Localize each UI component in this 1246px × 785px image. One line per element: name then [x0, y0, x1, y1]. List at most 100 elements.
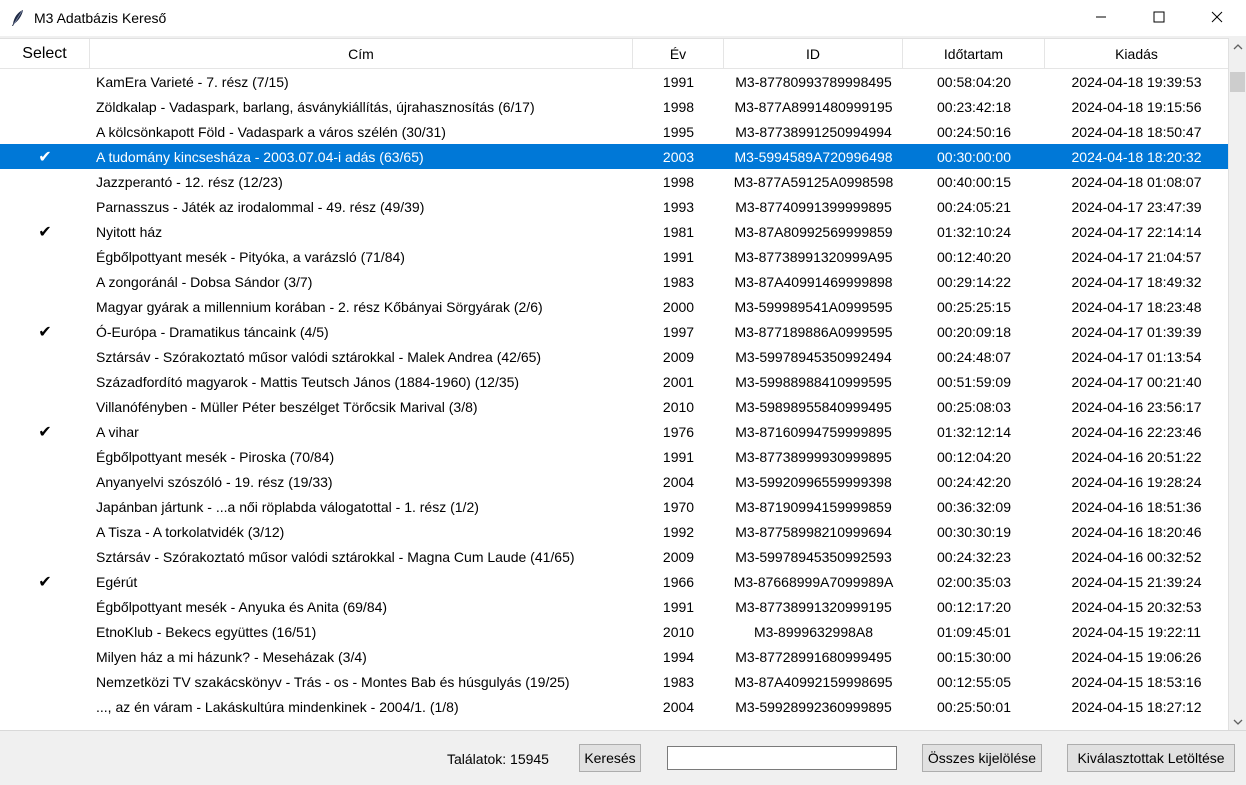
row-title: ..., az én váram - Lakáskultúra mindenki… [96, 698, 459, 715]
row-id: M3-87780993789998495 [735, 73, 892, 90]
search-input[interactable] [667, 746, 897, 770]
table-row[interactable]: Égbőlpottyant mesék - Pityóka, a varázsl… [0, 244, 1228, 269]
search-button[interactable]: Keresés [579, 744, 641, 772]
row-published: 2024-04-15 21:39:24 [1071, 573, 1202, 590]
table-row[interactable]: Nemzetközi TV szakácskönyv - Trás - os -… [0, 669, 1228, 694]
row-select-cell[interactable] [0, 369, 90, 394]
column-header-published[interactable]: Kiadás [1045, 39, 1228, 69]
row-select-cell[interactable] [0, 494, 90, 519]
table-row[interactable]: ✔ Nyitott ház 1981 M3-87A80992569999859 01:3… [0, 219, 1228, 244]
table-row[interactable]: EtnoKlub - Bekecs együttes (16/51) 2010 M3… [0, 619, 1228, 644]
table-row[interactable]: Parnasszus - Játék az irodalommal - 49. … [0, 194, 1228, 219]
row-duration: 00:24:42:20 [937, 473, 1011, 490]
row-select-cell[interactable] [0, 669, 90, 694]
table-row[interactable]: ✔ A tudomány kincsesháza - 2003.07.04-i a… [0, 144, 1228, 169]
table-row[interactable]: Égbőlpottyant mesék - Piroska (70/84) 199… [0, 444, 1228, 469]
row-year: 1997 [662, 323, 695, 340]
table-row[interactable]: A Tisza - A torkolatvidék (3/12) 1992 M3-8… [0, 519, 1228, 544]
table-row[interactable]: KamEra Varieté - 7. rész (7/15) 1991 M3-87… [0, 69, 1228, 94]
vertical-scrollbar[interactable] [1228, 38, 1246, 730]
row-select-cell[interactable] [0, 544, 90, 569]
row-id: M3-87160994759999895 [735, 423, 892, 440]
row-select-cell[interactable] [0, 594, 90, 619]
scroll-up-arrow-icon[interactable] [1229, 38, 1246, 55]
row-title: Sztársáv - Szórakoztató műsor valódi szt… [96, 548, 575, 565]
row-id: M3-87728991680999495 [735, 648, 892, 665]
row-year: 1991 [662, 448, 695, 465]
table-row[interactable]: Sztársáv - Szórakoztató műsor valódi szt… [0, 544, 1228, 569]
row-select-cell[interactable]: ✔ [0, 569, 90, 594]
column-header-year[interactable]: Év [633, 39, 724, 69]
row-id: M3-877A8991480999195 [734, 98, 893, 115]
row-year: 1983 [662, 273, 695, 290]
row-select-cell[interactable] [0, 394, 90, 419]
table-row[interactable]: Jazzperantó - 12. rész (12/23) 1998 M3-877… [0, 169, 1228, 194]
row-year: 1998 [662, 173, 695, 190]
row-select-cell[interactable] [0, 269, 90, 294]
row-select-cell[interactable] [0, 619, 90, 644]
row-select-cell[interactable]: ✔ [0, 419, 90, 444]
table-row[interactable]: ..., az én váram - Lakáskultúra mindenki… [0, 694, 1228, 719]
row-year: 1966 [662, 573, 695, 590]
row-select-cell[interactable] [0, 519, 90, 544]
row-id: M3-87A40992159998695 [734, 673, 893, 690]
scroll-down-arrow-icon[interactable] [1229, 713, 1246, 730]
row-select-cell[interactable] [0, 119, 90, 144]
row-published: 2024-04-18 19:39:53 [1071, 73, 1202, 90]
row-id: M3-87740991399999895 [735, 198, 892, 215]
row-select-cell[interactable] [0, 94, 90, 119]
table-row[interactable]: A kölcsönkapott Föld - Vadaspark a város… [0, 119, 1228, 144]
close-button[interactable] [1188, 0, 1246, 36]
row-year: 1992 [662, 523, 695, 540]
table-row[interactable]: Anyanyelvi szószóló - 19. rész (19/33) 20… [0, 469, 1228, 494]
scrollbar-thumb[interactable] [1230, 72, 1245, 92]
row-select-cell[interactable] [0, 244, 90, 269]
download-selected-button[interactable]: Kiválasztottak Letöltése [1067, 744, 1235, 772]
row-id: M3-87A80992569999859 [734, 223, 893, 240]
row-select-cell[interactable] [0, 294, 90, 319]
row-title: KamEra Varieté - 7. rész (7/15) [96, 73, 289, 90]
column-header-title[interactable]: Cím [90, 39, 633, 69]
row-select-cell[interactable] [0, 469, 90, 494]
table-body: KamEra Varieté - 7. rész (7/15) 1991 M3-87… [0, 69, 1228, 719]
row-select-cell[interactable] [0, 69, 90, 94]
table-row[interactable]: Századfordító magyarok - Mattis Teutsch … [0, 369, 1228, 394]
table-row[interactable]: Japánban jártunk - ...a női röplabda vál… [0, 494, 1228, 519]
row-published: 2024-04-18 19:15:56 [1071, 98, 1202, 115]
row-select-cell[interactable] [0, 444, 90, 469]
row-select-cell[interactable]: ✔ [0, 219, 90, 244]
column-header-duration[interactable]: Időtartam [903, 39, 1045, 69]
table-row[interactable]: Magyar gyárak a millennium korában - 2. … [0, 294, 1228, 319]
row-select-cell[interactable]: ✔ [0, 319, 90, 344]
row-year: 2010 [662, 623, 695, 640]
row-select-cell[interactable]: ✔ [0, 144, 90, 169]
row-title: Jazzperantó - 12. rész (12/23) [96, 173, 283, 190]
row-select-cell[interactable] [0, 644, 90, 669]
minimize-button[interactable] [1072, 0, 1130, 36]
row-published: 2024-04-15 18:27:12 [1071, 698, 1202, 715]
row-select-cell[interactable] [0, 344, 90, 369]
column-header-id[interactable]: ID [724, 39, 903, 69]
maximize-button[interactable] [1130, 0, 1188, 36]
table-row[interactable]: Sztársáv - Szórakoztató műsor valódi szt… [0, 344, 1228, 369]
table-row[interactable]: ✔ Egérút 1966 M3-87668999A7099989A 02:00:35:… [0, 569, 1228, 594]
table-row[interactable]: ✔ Ó-Európa - Dramatikus táncaink (4/5) 199… [0, 319, 1228, 344]
column-header-select[interactable]: Select [0, 39, 90, 69]
row-duration: 00:15:30:00 [937, 648, 1011, 665]
table-row[interactable]: Milyen ház a mi házunk? - Meseházak (3/4… [0, 644, 1228, 669]
table-row[interactable]: A zongoránál - Dobsa Sándor (3/7) 1983 M3-… [0, 269, 1228, 294]
row-select-cell[interactable] [0, 169, 90, 194]
results-count: Találatok: 15945 [447, 751, 549, 767]
checkmark-icon: ✔ [38, 323, 52, 341]
row-id: M3-87738991250994994 [735, 123, 892, 140]
row-select-cell[interactable] [0, 694, 90, 719]
select-all-button[interactable]: Összes kijelölése [922, 744, 1042, 772]
row-duration: 00:30:30:19 [937, 523, 1011, 540]
row-year: 1995 [662, 123, 695, 140]
table-row[interactable]: Égbőlpottyant mesék - Anyuka és Anita (6… [0, 594, 1228, 619]
title-bar[interactable]: M3 Adatbázis Kereső [0, 0, 1246, 36]
row-select-cell[interactable] [0, 194, 90, 219]
table-row[interactable]: ✔ A vihar 1976 M3-87160994759999895 01:32:12… [0, 419, 1228, 444]
table-row[interactable]: Villanófényben - Müller Péter beszélget … [0, 394, 1228, 419]
table-row[interactable]: Zöldkalap - Vadaspark, barlang, ásványki… [0, 94, 1228, 119]
